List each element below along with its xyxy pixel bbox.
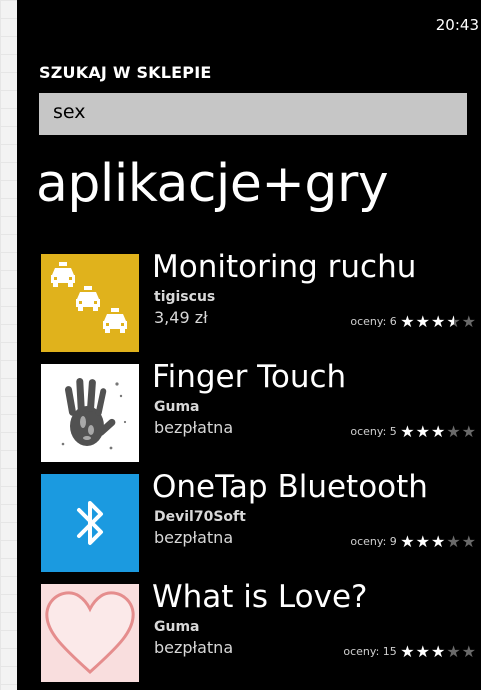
section-title: aplikacje+gry: [36, 154, 389, 214]
rating-count: oceny: 15: [343, 645, 397, 658]
app-tile[interactable]: [41, 474, 139, 572]
rating-count: oceny: 5: [350, 425, 397, 438]
handprint-icon: [41, 364, 139, 462]
star-rating: ★★★★★: [400, 422, 477, 441]
app-name: What is Love?: [152, 579, 368, 615]
heart-icon: [41, 584, 139, 682]
app-rating: oceny: 6 ★★★★★: [350, 312, 477, 331]
app-price: bezpłatna: [154, 528, 234, 547]
app-publisher: tigiscus: [154, 289, 216, 305]
phone-screen: 20:43 SZUKAJ W SKLEPIE sex aplikacje+gry: [17, 0, 481, 690]
star-rating: ★★★★★: [400, 642, 477, 661]
app-rating: oceny: 9 ★★★★★: [350, 532, 477, 551]
app-tile[interactable]: [41, 254, 139, 352]
app-publisher: Devil70Soft: [154, 509, 246, 525]
app-list-item[interactable]: Finger Touch Guma bezpłatna oceny: 5 ★★★…: [41, 359, 477, 464]
status-clock: 20:43: [435, 16, 479, 34]
bluetooth-icon: [41, 474, 139, 572]
rating-count: oceny: 9: [350, 535, 397, 548]
search-heading: SZUKAJ W SKLEPIE: [39, 63, 212, 82]
app-price: 3,49 zł: [154, 308, 208, 327]
app-tile[interactable]: [41, 584, 139, 682]
star-rating: ★★★★★: [400, 312, 477, 331]
app-name: Monitoring ruchu: [152, 249, 417, 285]
app-tile[interactable]: [41, 364, 139, 462]
app-name: OneTap Bluetooth: [152, 469, 428, 505]
app-rating: oceny: 5 ★★★★★: [350, 422, 477, 441]
app-list-item[interactable]: OneTap Bluetooth Devil70Soft bezpłatna o…: [41, 469, 477, 574]
search-input[interactable]: sex: [39, 93, 467, 135]
app-list-item[interactable]: Monitoring ruchu tigiscus 3,49 zł oceny:…: [41, 249, 477, 354]
app-publisher: Guma: [154, 399, 200, 415]
app-name: Finger Touch: [152, 359, 347, 395]
rating-count: oceny: 6: [350, 315, 397, 328]
app-price: bezpłatna: [154, 638, 234, 657]
app-publisher: Guma: [154, 619, 200, 635]
app-price: bezpłatna: [154, 418, 234, 437]
taxi-icon: [41, 254, 139, 352]
star-rating: ★★★★★: [400, 532, 477, 551]
search-query: sex: [53, 101, 86, 123]
app-rating: oceny: 15 ★★★★★: [343, 642, 477, 661]
app-list-item[interactable]: What is Love? Guma bezpłatna oceny: 15 ★…: [41, 579, 477, 684]
